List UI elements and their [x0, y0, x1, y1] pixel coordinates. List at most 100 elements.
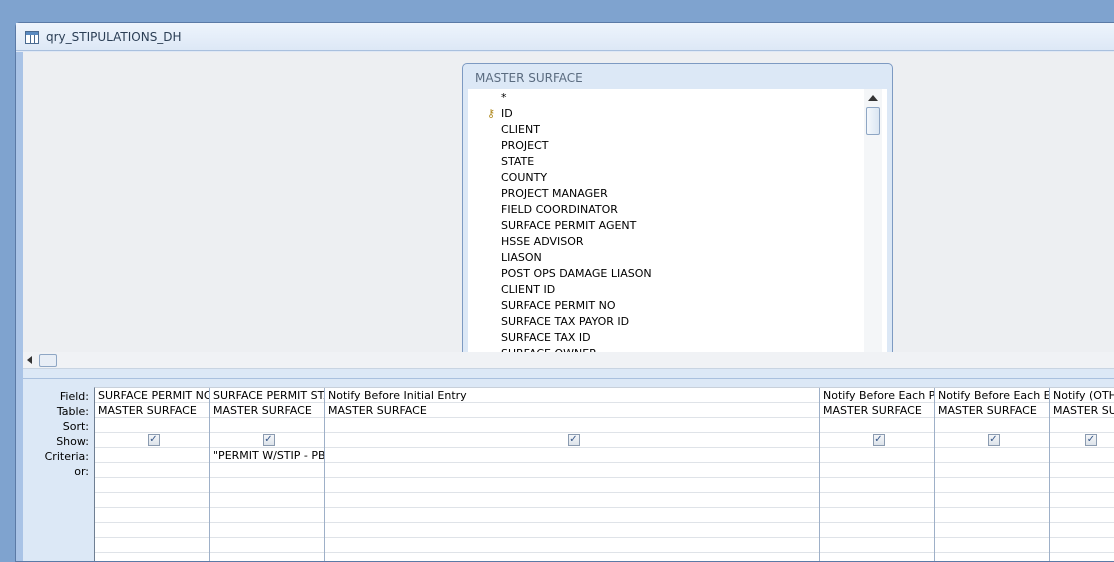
grid-cell-criteria[interactable]: "PERMIT W/STIP - PB4-: [210, 448, 324, 463]
grid-cell-empty[interactable]: [325, 493, 819, 508]
grid-cell-empty[interactable]: [935, 523, 1049, 538]
field-list-item[interactable]: SURFACE TAX PAYOR ID: [501, 315, 629, 328]
grid-cell-field[interactable]: Notify Before Initial Entry: [325, 388, 819, 403]
grid-cell-empty[interactable]: [935, 553, 1049, 561]
field-list-item[interactable]: LIASON: [501, 251, 542, 264]
show-checkbox[interactable]: ✓: [1085, 434, 1097, 446]
field-list-item[interactable]: *: [501, 91, 507, 104]
grid-cell-empty[interactable]: [325, 553, 819, 561]
grid-cell-field[interactable]: Notify Before Each Ph: [820, 388, 934, 403]
grid-cell-empty[interactable]: [1050, 478, 1114, 493]
grid-cell-criteria[interactable]: [325, 448, 819, 463]
scroll-thumb[interactable]: [866, 107, 880, 135]
field-list-item[interactable]: SURFACE PERMIT NO: [501, 299, 616, 312]
grid-cell-empty[interactable]: [95, 508, 209, 523]
grid-cell-empty[interactable]: [210, 478, 324, 493]
grid-cell-empty[interactable]: [820, 478, 934, 493]
grid-cell-empty[interactable]: [1050, 493, 1114, 508]
grid-cell-empty[interactable]: [820, 553, 934, 561]
grid-cell-show[interactable]: ✓: [935, 433, 1049, 448]
grid-column[interactable]: Notify Before Each Ph MASTER SURFACE ✓: [820, 388, 935, 561]
field-list[interactable]: ⚷ * ID CLIENT PROJECT STATE COUNTY PROJECT MAN…: [468, 89, 887, 352]
field-list-item[interactable]: STATE: [501, 155, 534, 168]
field-list-item[interactable]: SURFACE PERMIT AGENT: [501, 219, 636, 232]
grid-cell-field[interactable]: SURFACE PERMIT NO: [95, 388, 209, 403]
grid-cell-empty[interactable]: [210, 493, 324, 508]
table-box-master-surface[interactable]: MASTER SURFACE ⚷ * ID CLIENT PROJECT STATE CO…: [462, 63, 893, 353]
pane-splitter[interactable]: [23, 369, 1114, 379]
field-list-item[interactable]: SURFACE TAX ID: [501, 331, 591, 344]
grid-cell-or[interactable]: [935, 463, 1049, 478]
grid-cell-empty[interactable]: [935, 508, 1049, 523]
field-list-item[interactable]: HSSE ADVISOR: [501, 235, 584, 248]
hscroll-thumb[interactable]: [39, 354, 57, 367]
table-pane-hscrollbar[interactable]: [23, 352, 1114, 369]
grid-column[interactable]: SURFACE PERMIT STATUSMASTER SURFACE ✓ "PER…: [210, 388, 325, 561]
show-checkbox[interactable]: ✓: [872, 434, 885, 446]
scroll-up-icon[interactable]: [868, 95, 878, 101]
show-checkbox[interactable]: ✓: [262, 434, 275, 446]
window-titlebar[interactable]: qry_STIPULATIONS_DH: [16, 23, 1114, 51]
grid-cell-empty[interactable]: [325, 523, 819, 538]
field-list-item[interactable]: POST OPS DAMAGE LIASON: [501, 267, 652, 280]
grid-cell-table[interactable]: MASTER SURFACE: [325, 403, 819, 418]
grid-cell-sort[interactable]: [935, 418, 1049, 433]
grid-cell-show[interactable]: ✓: [820, 433, 934, 448]
field-list-scrollbar[interactable]: [864, 89, 882, 352]
grid-cell-empty[interactable]: [95, 478, 209, 493]
grid-cell-sort[interactable]: [95, 418, 209, 433]
grid-cell-criteria[interactable]: [820, 448, 934, 463]
grid-cell-table[interactable]: MASTER SURFACE: [210, 403, 324, 418]
grid-cell-sort[interactable]: [1050, 418, 1114, 433]
grid-column[interactable]: Notify Before Initial Entry MASTER SURFAC…: [325, 388, 820, 561]
grid-cell-or[interactable]: [1050, 463, 1114, 478]
grid-cell-empty[interactable]: [1050, 553, 1114, 561]
field-list-item[interactable]: PROJECT MANAGER: [501, 187, 608, 200]
grid-cell-sort[interactable]: [210, 418, 324, 433]
grid-cell-sort[interactable]: [325, 418, 819, 433]
grid-cell-empty[interactable]: [95, 553, 209, 561]
grid-cell-empty[interactable]: [325, 478, 819, 493]
grid-cell-criteria[interactable]: [95, 448, 209, 463]
grid-cell-empty[interactable]: [210, 508, 324, 523]
grid-cell-sort[interactable]: [820, 418, 934, 433]
field-list-item[interactable]: ID: [501, 107, 513, 120]
grid-cell-field[interactable]: Notify Before Each En: [935, 388, 1049, 403]
field-list-item[interactable]: FIELD COORDINATOR: [501, 203, 618, 216]
field-list-item[interactable]: CLIENT: [501, 123, 540, 136]
grid-cell-or[interactable]: [210, 463, 324, 478]
grid-cell-field[interactable]: Notify (OTHER): [1050, 388, 1114, 403]
grid-cell-empty[interactable]: [820, 508, 934, 523]
field-list-item[interactable]: CLIENT ID: [501, 283, 555, 296]
grid-cell-criteria[interactable]: [1050, 448, 1114, 463]
grid-cell-empty[interactable]: [820, 493, 934, 508]
grid-column[interactable]: Notify (OTHER)MASTER SURFACE ✓: [1050, 388, 1114, 561]
grid-cell-empty[interactable]: [325, 508, 819, 523]
field-list-item[interactable]: COUNTY: [501, 171, 547, 184]
grid-cell-criteria[interactable]: [935, 448, 1049, 463]
scroll-left-icon[interactable]: [27, 356, 32, 364]
grid-cell-or[interactable]: [95, 463, 209, 478]
grid-cell-table[interactable]: MASTER SURFACE: [935, 403, 1049, 418]
grid-column[interactable]: SURFACE PERMIT NO MASTER SURFACE ✓: [95, 388, 210, 561]
grid-cell-empty[interactable]: [1050, 523, 1114, 538]
grid-cell-table[interactable]: MASTER SURFACE: [1050, 403, 1114, 418]
grid-cell-or[interactable]: [325, 463, 819, 478]
show-checkbox[interactable]: ✓: [567, 434, 580, 446]
grid-cell-show[interactable]: ✓: [95, 433, 209, 448]
field-list-item[interactable]: PROJECT: [501, 139, 549, 152]
table-box-title[interactable]: MASTER SURFACE: [475, 71, 583, 85]
grid-column[interactable]: Notify Before Each En MASTER SURFACE ✓: [935, 388, 1050, 561]
grid-cell-empty[interactable]: [210, 523, 324, 538]
show-checkbox[interactable]: ✓: [987, 434, 1000, 446]
grid-cell-table[interactable]: MASTER SURFACE: [95, 403, 209, 418]
grid-cell-table[interactable]: MASTER SURFACE: [820, 403, 934, 418]
grid-cell-empty[interactable]: [95, 523, 209, 538]
grid-cell-show[interactable]: ✓: [210, 433, 324, 448]
show-checkbox[interactable]: ✓: [147, 434, 160, 446]
grid-cell-empty[interactable]: [935, 493, 1049, 508]
design-grid[interactable]: SURFACE PERMIT NO MASTER SURFACE ✓ SURFACE …: [94, 387, 1114, 561]
grid-cell-empty[interactable]: [935, 478, 1049, 493]
grid-cell-empty[interactable]: [210, 553, 324, 561]
grid-cell-empty[interactable]: [820, 523, 934, 538]
